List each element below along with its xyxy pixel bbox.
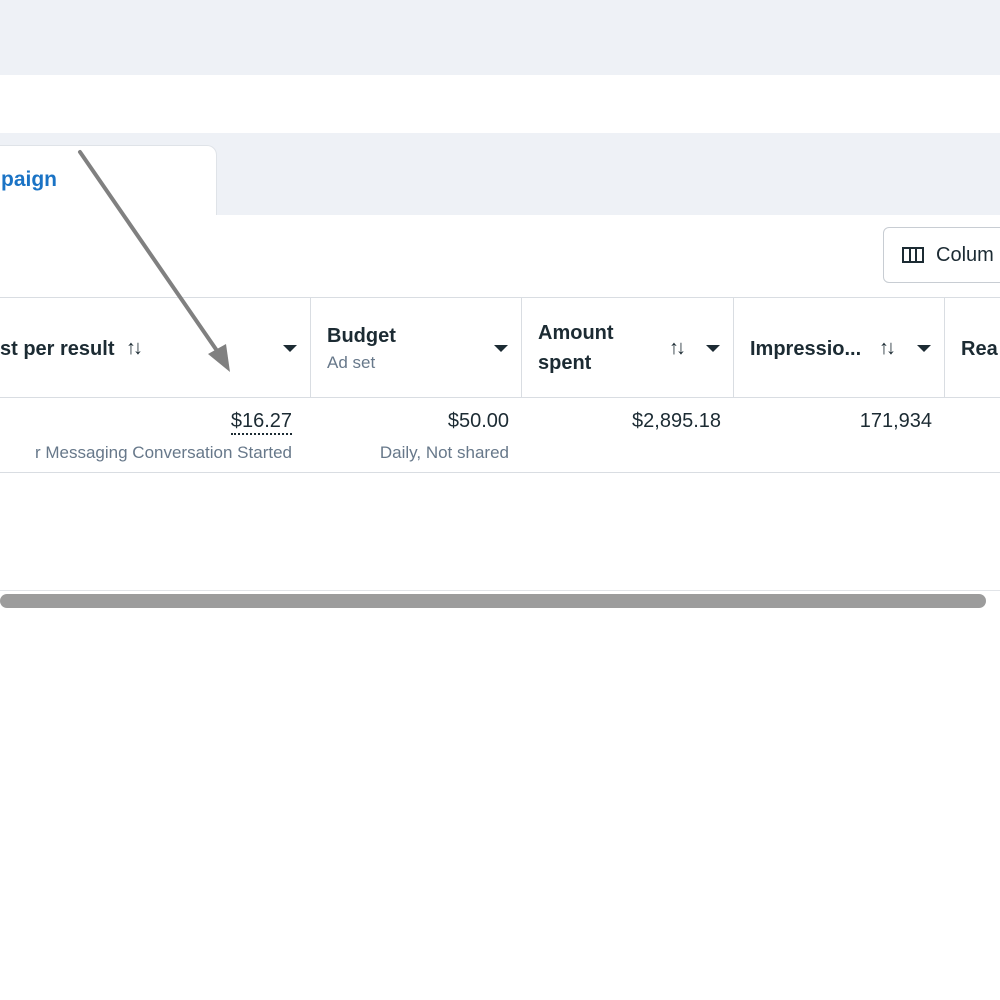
budget-value[interactable]: $50.00	[448, 410, 509, 433]
columns-button[interactable]: Colum	[883, 227, 1000, 283]
caret-down-icon[interactable]	[706, 345, 720, 352]
amount-spent-value: $2,895.18	[632, 410, 721, 432]
column-header-budget[interactable]: Budget Ad set	[311, 298, 522, 398]
top-bar	[0, 0, 1000, 75]
column-header-impressions[interactable]: Impressio... ↑↓	[734, 298, 945, 398]
column-header-cost-per-result[interactable]: st per result ↑↓	[0, 298, 311, 398]
sort-icon[interactable]: ↑↓	[126, 337, 143, 360]
horizontal-scrollbar[interactable]	[0, 594, 986, 608]
column-header-label-line1: Amount	[538, 322, 614, 344]
column-header-label-line2: spent	[538, 352, 592, 374]
column-header-label: st per result	[0, 338, 115, 360]
column-header-sublabel: Ad set	[327, 353, 376, 372]
table-header: st per result ↑↓ Budget Ad set Amount sp…	[0, 297, 1000, 398]
columns-button-label: Colum	[936, 243, 994, 266]
column-header-label: Budget	[327, 325, 396, 347]
sort-icon[interactable]: ↑↓	[669, 337, 686, 360]
column-header-label: Rea	[961, 338, 998, 360]
caret-down-icon[interactable]	[494, 345, 508, 352]
column-header-amount-spent[interactable]: Amount spent ↑↓	[522, 298, 734, 398]
column-header-label: Impressio...	[750, 338, 862, 360]
columns-icon	[902, 247, 924, 263]
tab-campaign-label: paign	[1, 168, 57, 191]
tab-campaign[interactable]: paign	[0, 145, 217, 215]
sort-icon[interactable]: ↑↓	[879, 337, 896, 360]
header-band	[0, 75, 1000, 133]
cost-per-result-value[interactable]: $16.27	[230, 410, 292, 435]
column-header-reach[interactable]: Rea	[945, 298, 1000, 398]
caret-down-icon[interactable]	[917, 345, 931, 352]
table-row: $16.27 r Messaging Conversation Started …	[0, 398, 1000, 473]
table-divider	[0, 590, 1000, 591]
app-frame: paign Colum st per result ↑↓ Budget Ad s…	[0, 0, 1000, 1000]
caret-down-icon[interactable]	[283, 345, 297, 352]
cost-per-result-type: r Messaging Conversation Started	[34, 443, 292, 462]
impressions-value: 171,934	[859, 410, 932, 432]
budget-type: Daily, Not shared	[379, 443, 509, 462]
